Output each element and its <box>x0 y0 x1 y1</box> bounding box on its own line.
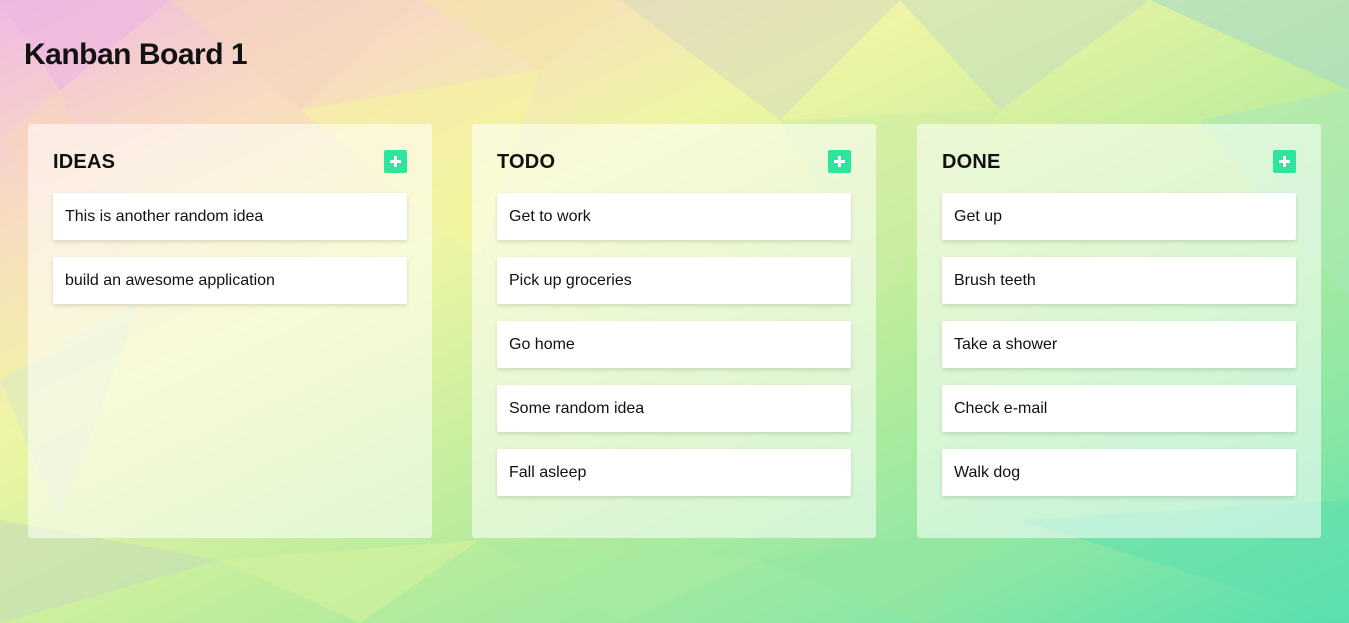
column-done: DONE Get up Brush teeth Take a shower Ch… <box>917 124 1321 538</box>
card[interactable]: Check e-mail <box>942 385 1296 432</box>
card[interactable]: Get to work <box>497 193 851 240</box>
column-header: IDEAS <box>53 150 407 176</box>
column-header: TODO <box>497 150 851 176</box>
card[interactable]: This is another random idea <box>53 193 407 240</box>
column-title: IDEAS <box>53 151 116 173</box>
column-ideas: IDEAS This is another random idea build … <box>28 124 432 538</box>
card-list: Get up Brush teeth Take a shower Check e… <box>942 193 1296 513</box>
card[interactable]: Go home <box>497 321 851 368</box>
card[interactable]: Some random idea <box>497 385 851 432</box>
card[interactable]: Walk dog <box>942 449 1296 496</box>
plus-icon <box>834 156 845 167</box>
card-list: Get to work Pick up groceries Go home So… <box>497 193 851 513</box>
card[interactable]: Take a shower <box>942 321 1296 368</box>
column-todo: TODO Get to work Pick up groceries Go ho… <box>472 124 876 538</box>
card-list: This is another random idea build an awe… <box>53 193 407 321</box>
card[interactable]: Brush teeth <box>942 257 1296 304</box>
card[interactable]: Pick up groceries <box>497 257 851 304</box>
add-card-button[interactable] <box>1273 150 1296 173</box>
card[interactable]: Fall asleep <box>497 449 851 496</box>
column-title: TODO <box>497 151 556 173</box>
board-title: Kanban Board 1 <box>24 38 248 71</box>
plus-icon <box>390 156 401 167</box>
card[interactable]: Get up <box>942 193 1296 240</box>
column-title: DONE <box>942 151 1001 173</box>
plus-icon <box>1279 156 1290 167</box>
card[interactable]: build an awesome application <box>53 257 407 304</box>
add-card-button[interactable] <box>384 150 407 173</box>
column-header: DONE <box>942 150 1296 176</box>
add-card-button[interactable] <box>828 150 851 173</box>
